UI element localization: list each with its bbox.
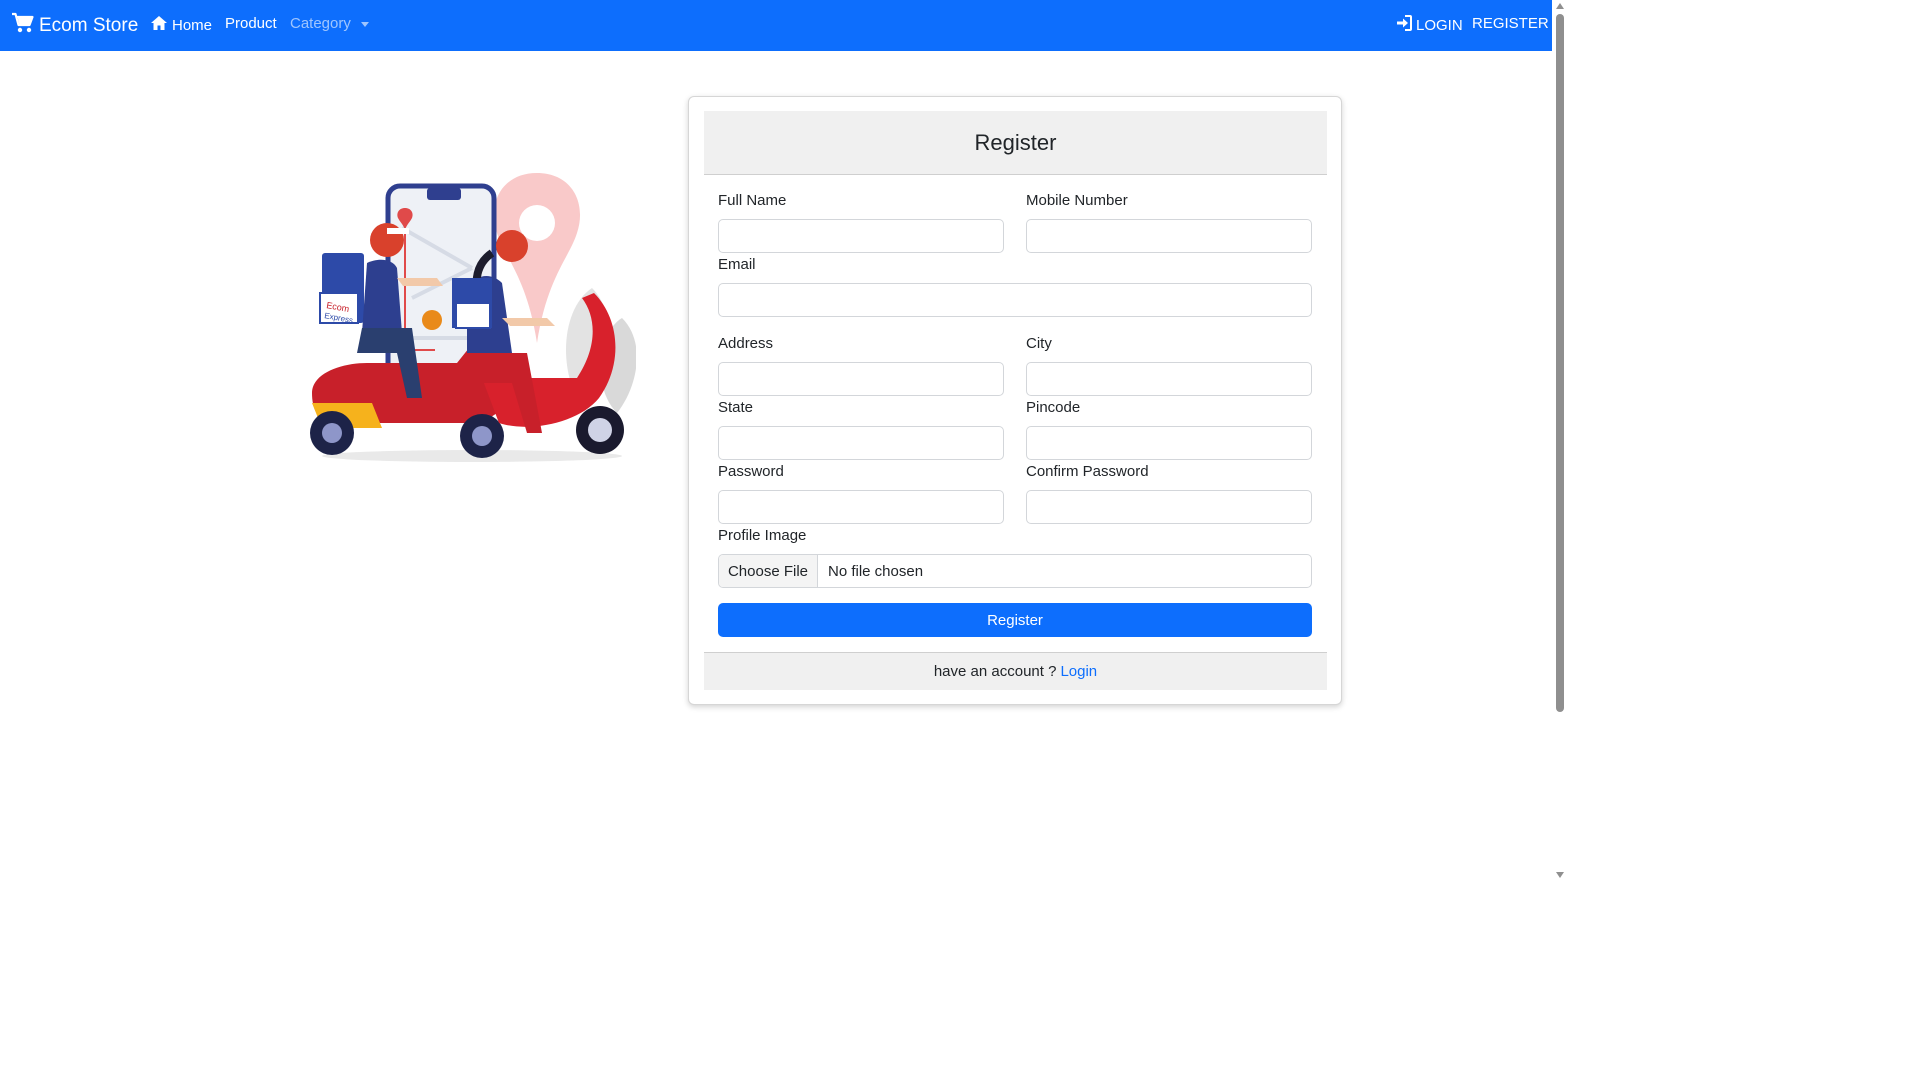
nav-register[interactable]: REGISTER — [1472, 15, 1549, 32]
nav-category-dropdown[interactable]: Category — [290, 15, 369, 32]
city-label: City — [1026, 335, 1052, 352]
profile-image-label: Profile Image — [718, 527, 807, 544]
chevron-down-icon — [360, 22, 369, 27]
email-label: Email — [718, 256, 756, 273]
card-footer: have an account ? Login — [704, 652, 1327, 690]
cart-icon — [11, 12, 35, 40]
nav-home[interactable]: Home — [150, 15, 212, 35]
mobile-input[interactable] — [1026, 219, 1312, 253]
nav-product-label: Product — [225, 15, 277, 32]
email-input[interactable] — [718, 283, 1312, 317]
address-label: Address — [718, 335, 774, 352]
footer-text: have an account ? — [933, 663, 1057, 680]
nav-home-label: Home — [172, 16, 213, 34]
mobile-label: Mobile Number — [1026, 192, 1128, 209]
brand-link[interactable]: Ecom Store — [11, 12, 138, 40]
nav-category-label: Category — [290, 15, 351, 32]
state-input[interactable] — [718, 426, 1004, 460]
file-status: No file chosen — [828, 562, 924, 580]
delivery-illustration: Ecom Express — [292, 168, 637, 464]
confirm-password-label: Confirm Password — [1026, 463, 1149, 480]
password-label: Password — [718, 463, 784, 480]
navbar: Ecom Store Home Product Category LOGIN R… — [0, 0, 1552, 51]
nav-login-label: LOGIN — [1416, 16, 1463, 34]
scroll-thumb[interactable] — [1556, 14, 1564, 712]
nav-register-label: REGISTER — [1472, 15, 1549, 32]
nav-login[interactable]: LOGIN — [1396, 15, 1463, 35]
card-header: Register — [704, 111, 1327, 175]
password-input[interactable] — [718, 490, 1004, 524]
scroll-up-icon[interactable] — [1556, 3, 1564, 9]
sign-in-icon — [1396, 15, 1412, 35]
choose-file-button[interactable]: Choose File — [719, 555, 818, 587]
full-name-input[interactable] — [718, 219, 1004, 253]
confirm-password-input[interactable] — [1026, 490, 1312, 524]
brand-name: Ecom Store — [39, 15, 139, 36]
state-label: State — [718, 399, 754, 416]
address-input[interactable] — [718, 362, 1004, 396]
profile-image-input[interactable]: Choose File No file chosen — [718, 554, 1312, 588]
pincode-input[interactable] — [1026, 426, 1312, 460]
city-input[interactable] — [1026, 362, 1312, 396]
full-name-label: Full Name — [718, 192, 787, 209]
register-button[interactable]: Register — [718, 603, 1312, 637]
pincode-label: Pincode — [1026, 399, 1081, 416]
form-title: Register — [974, 129, 1057, 155]
login-link[interactable]: Login — [1060, 663, 1097, 680]
scroll-down-icon[interactable] — [1556, 872, 1564, 878]
home-icon — [150, 15, 168, 35]
nav-product[interactable]: Product — [225, 15, 277, 32]
page-scrollbar[interactable] — [1552, 0, 1568, 882]
